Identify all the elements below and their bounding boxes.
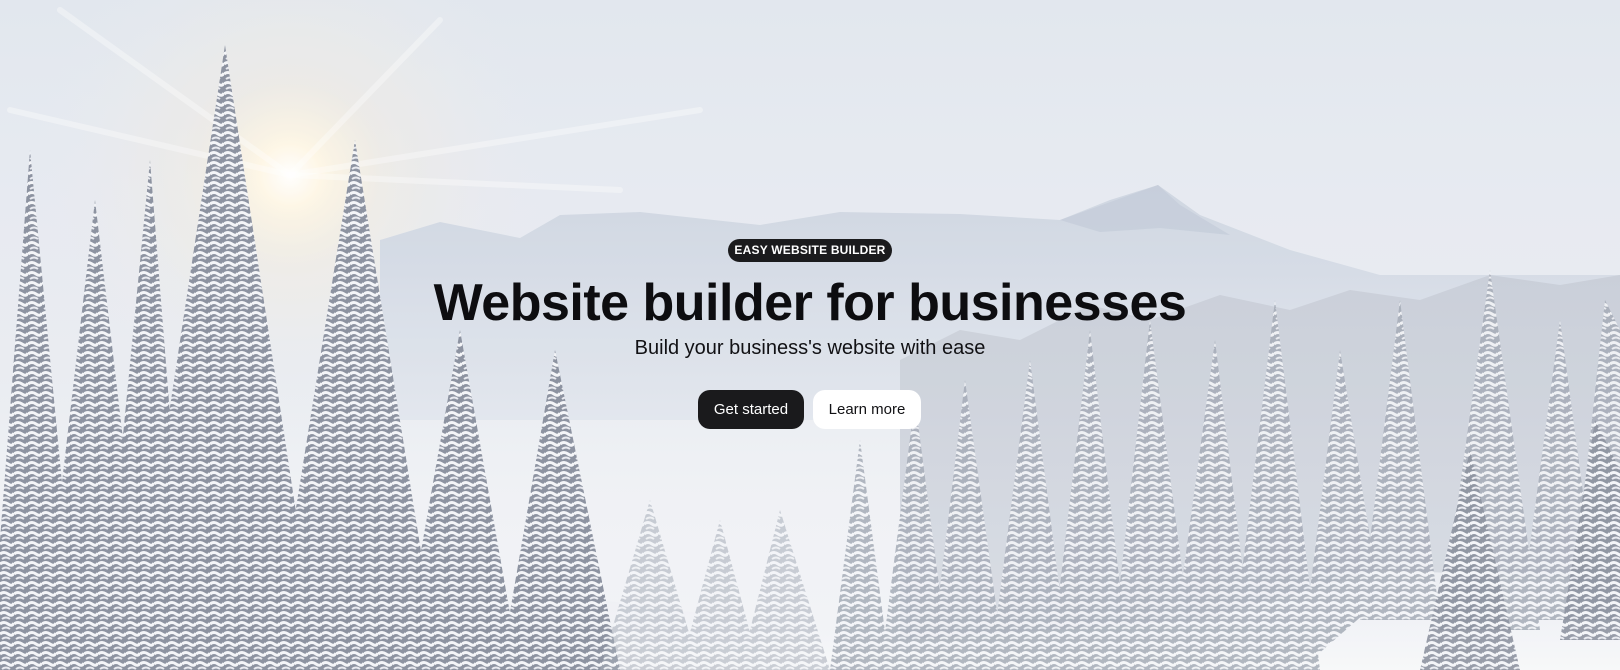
hero-badge: EASY WEBSITE BUILDER	[728, 239, 892, 262]
hero-section: EASY WEBSITE BUILDER Website builder for…	[0, 0, 1620, 670]
hero-content: EASY WEBSITE BUILDER Website builder for…	[0, 0, 1620, 670]
learn-more-button[interactable]: Learn more	[813, 390, 921, 429]
hero-subtitle: Build your business's website with ease	[634, 337, 986, 359]
hero-title: Website builder for businesses	[433, 274, 1187, 332]
get-started-button[interactable]: Get started	[698, 390, 804, 429]
